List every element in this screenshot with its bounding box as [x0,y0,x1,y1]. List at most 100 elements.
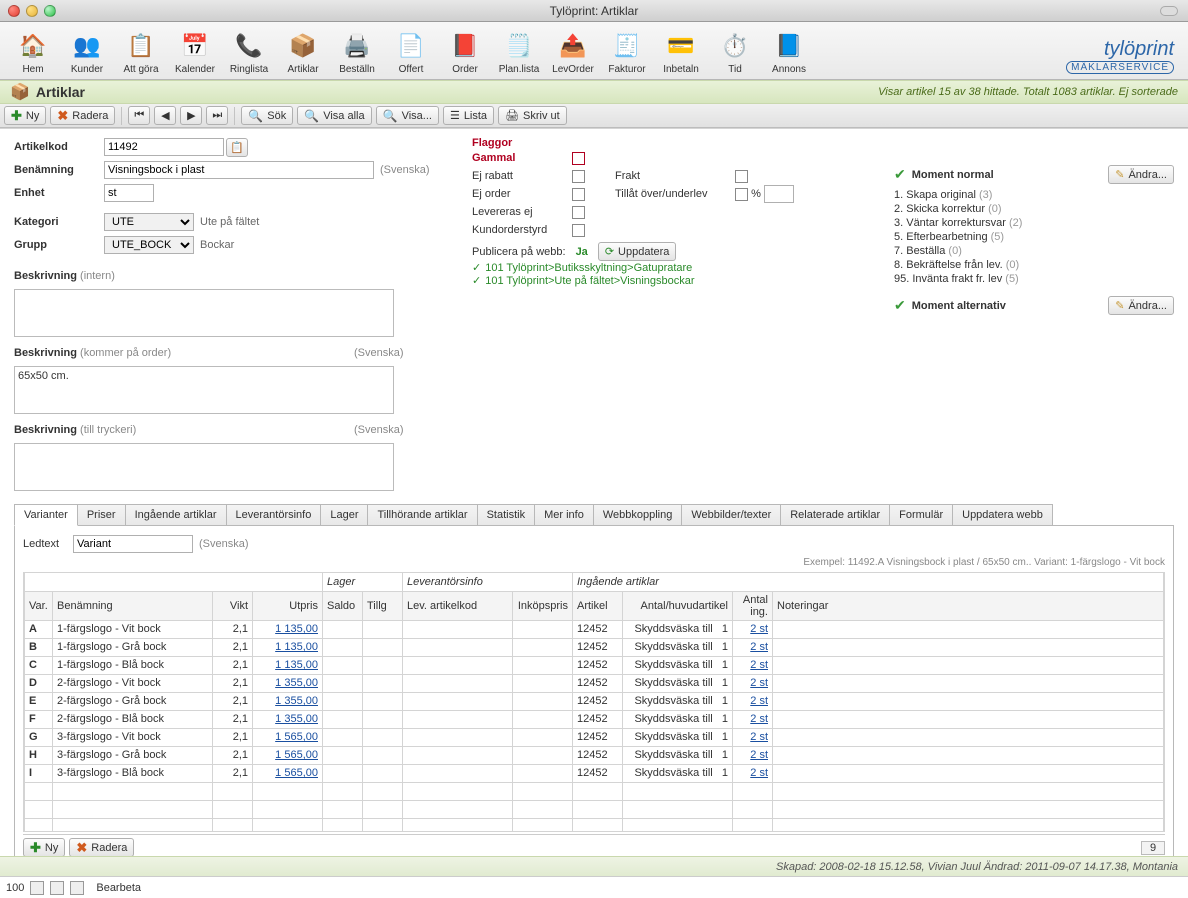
clipboard-button[interactable]: 📋 [226,138,248,157]
utpris-link[interactable]: 1 355,00 [275,677,318,689]
utpris-link[interactable]: 1 135,00 [275,623,318,635]
th-utpris[interactable]: Utpris [253,591,323,620]
tab-tillhrandeartiklar[interactable]: Tillhörande artiklar [367,504,477,525]
kundorderstyrd-checkbox[interactable] [572,224,585,237]
tab-webbkoppling[interactable]: Webbkoppling [593,504,683,525]
utpris-link[interactable]: 1 135,00 [275,641,318,653]
tab-lager[interactable]: Lager [320,504,368,525]
table-row[interactable]: D2-färgslogo - Vit bock2,11 355,0012452S… [25,674,1164,692]
show-all-button[interactable]: 🔍Visa alla [297,106,371,125]
minimize-icon[interactable] [26,5,38,17]
beskrivning-order-textarea[interactable]: 65x50 cm. [14,366,394,414]
nav-next-button[interactable]: ▶ [180,106,202,125]
th-antali[interactable]: Antal ing. [733,591,773,620]
kategori-select[interactable]: UTE [104,213,194,231]
th-benamning[interactable]: Benämning [53,591,213,620]
toolbar-item-att göra[interactable]: 📋Att göra [116,30,166,75]
toolbar-item-beställn[interactable]: 🖨️Beställn [332,30,382,75]
toolbar-item-hem[interactable]: 🏠Hem [8,30,58,75]
andra-normal-button[interactable]: ✎ Ändra... [1108,165,1174,184]
th-antalh[interactable]: Antal/huvudartikel [623,591,733,620]
close-icon[interactable] [8,5,20,17]
utpris-link[interactable]: 1 565,00 [275,749,318,761]
tab-leverantrsinfo[interactable]: Leverantörsinfo [226,504,322,525]
beskrivning-intern-textarea[interactable] [14,289,394,337]
ledtext-input[interactable] [73,535,193,553]
antal-link[interactable]: 2 st [750,731,768,743]
th-not[interactable]: Noteringar [773,591,1164,620]
table-row[interactable]: G3-färgslogo - Vit bock2,11 565,0012452S… [25,728,1164,746]
toolbar-item-artiklar[interactable]: 📦Artiklar [278,30,328,75]
beskrivning-tryck-textarea[interactable] [14,443,394,491]
table-row[interactable]: H3-färgslogo - Grå bock2,11 565,0012452S… [25,746,1164,764]
th-levart[interactable]: Lev. artikelkod [403,591,513,620]
grupp-select[interactable]: UTE_BOCK [104,236,194,254]
toolbar-item-kalender[interactable]: 📅Kalender [170,30,220,75]
nav-first-button[interactable]: ⏮ [128,106,150,125]
antal-link[interactable]: 2 st [750,767,768,779]
uppdatera-button[interactable]: ⟳ Uppdatera [598,242,677,261]
new-button[interactable]: ✚Ny [4,106,46,125]
levereras-ej-checkbox[interactable] [572,206,585,219]
tab-relateradeartiklar[interactable]: Relaterade artiklar [780,504,890,525]
toolbar-toggle-icon[interactable] [1160,6,1178,16]
ej-rabatt-checkbox[interactable] [572,170,585,183]
utpris-link[interactable]: 1 135,00 [275,659,318,671]
zoom-icon[interactable] [44,5,56,17]
antal-link[interactable]: 2 st [750,749,768,761]
footer-icon[interactable] [70,881,84,895]
tab-priser[interactable]: Priser [77,504,126,525]
footer-icon[interactable] [50,881,64,895]
gammal-checkbox[interactable] [572,152,585,165]
artikelkod-input[interactable] [104,138,224,156]
toolbar-item-plan.lista[interactable]: 🗒️Plan.lista [494,30,544,75]
toolbar-item-fakturor[interactable]: 🧾Fakturor [602,30,652,75]
antal-link[interactable]: 2 st [750,677,768,689]
enhet-input[interactable] [104,184,154,202]
andra-alt-button[interactable]: ✎ Ändra... [1108,296,1174,315]
tab-ingendeartiklar[interactable]: Ingående artiklar [125,504,227,525]
utpris-link[interactable]: 1 565,00 [275,731,318,743]
tab-uppdaterawebb[interactable]: Uppdatera webb [952,504,1053,525]
benamning-input[interactable] [104,161,374,179]
tab-statistik[interactable]: Statistik [477,504,536,525]
toolbar-item-ringlista[interactable]: 📞Ringlista [224,30,274,75]
table-row[interactable]: F2-färgslogo - Blå bock2,11 355,0012452S… [25,710,1164,728]
th-var[interactable]: Var. [25,591,53,620]
utpris-link[interactable]: 1 355,00 [275,695,318,707]
delete-button[interactable]: ✖Radera [50,106,115,125]
th-inkopspris[interactable]: Inköpspris [513,591,573,620]
tab-formulr[interactable]: Formulär [889,504,953,525]
toolbar-item-levorder[interactable]: 📤LevOrder [548,30,598,75]
table-row[interactable]: B1-färgslogo - Grå bock2,11 135,0012452S… [25,638,1164,656]
th-artikel[interactable]: Artikel [573,591,623,620]
antal-link[interactable]: 2 st [750,623,768,635]
nav-prev-button[interactable]: ◀ [154,106,176,125]
ej-order-checkbox[interactable] [572,188,585,201]
tab-merinfo[interactable]: Mer info [534,504,594,525]
table-row[interactable]: A1-färgslogo - Vit bock2,11 135,0012452S… [25,620,1164,638]
tab-varianter[interactable]: Varianter [14,504,78,526]
utpris-link[interactable]: 1 355,00 [275,713,318,725]
toolbar-item-kunder[interactable]: 👥Kunder [62,30,112,75]
table-row[interactable]: E2-färgslogo - Grå bock2,11 355,0012452S… [25,692,1164,710]
show-button[interactable]: 🔍Visa... [376,106,439,125]
nav-last-button[interactable]: ⏭ [206,106,228,125]
antal-link[interactable]: 2 st [750,659,768,671]
toolbar-item-offert[interactable]: 📄Offert [386,30,436,75]
antal-link[interactable]: 2 st [750,695,768,707]
toolbar-item-inbetaln[interactable]: 💳Inbetaln [656,30,706,75]
print-button[interactable]: 🖨 Skriv ut [498,106,567,125]
table-row[interactable]: C1-färgslogo - Blå bock2,11 135,0012452S… [25,656,1164,674]
th-vikt[interactable]: Vikt [213,591,253,620]
variant-delete-button[interactable]: ✖Radera [69,838,134,857]
percent-input[interactable] [764,185,794,203]
th-saldo[interactable]: Saldo [323,591,363,620]
frakt-checkbox[interactable] [735,170,748,183]
variant-new-button[interactable]: ✚Ny [23,838,65,857]
toolbar-item-tid[interactable]: ⏱️Tid [710,30,760,75]
antal-link[interactable]: 2 st [750,713,768,725]
table-row[interactable]: I3-färgslogo - Blå bock2,11 565,0012452S… [25,764,1164,782]
utpris-link[interactable]: 1 565,00 [275,767,318,779]
list-button[interactable]: ☰ Lista [443,106,494,125]
